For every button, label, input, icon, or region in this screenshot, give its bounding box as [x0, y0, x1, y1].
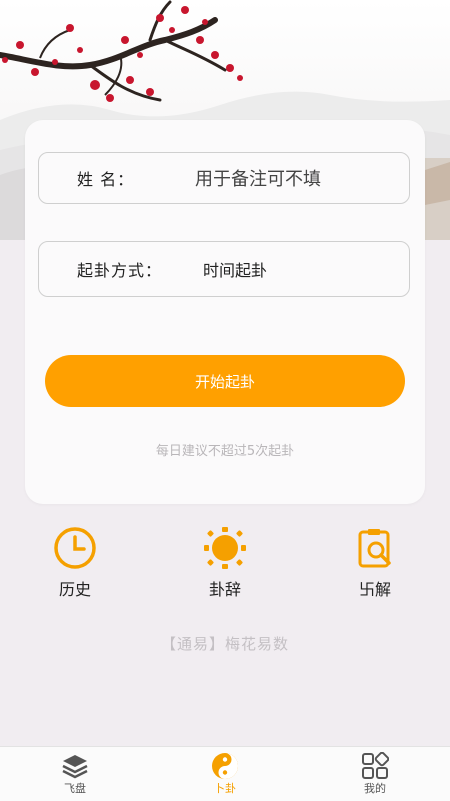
grid-icon [361, 751, 390, 780]
bottom-tab-bar: 飞盘 卜卦 我的 [0, 746, 450, 801]
clipboard-search-icon [353, 526, 397, 570]
app-brand-text: 【通易】梅花易数 [160, 635, 289, 653]
tab-bugua[interactable]: 卜卦 [150, 747, 300, 801]
yin-yang-icon [211, 752, 239, 780]
tab-mine[interactable]: 我的 [300, 747, 450, 801]
method-label: 起卦方式： [77, 261, 163, 280]
divination-form-card: 姓 名： 用于备注可不填 起卦方式： 时间起卦 开始起卦 每日建议不超过5次起卦 [25, 120, 425, 504]
daily-hint-text: 每日建议不超过5次起卦 [155, 444, 295, 459]
start-divination-button[interactable]: 开始起卦 [45, 355, 405, 407]
sun-icon [203, 526, 247, 570]
tab-feipan[interactable]: 飞盘 [0, 747, 150, 801]
name-input-placeholder[interactable]: 用于备注可不填 [195, 153, 321, 203]
method-field[interactable]: 起卦方式： 时间起卦 [38, 241, 410, 297]
name-field[interactable]: 姓 名： 用于备注可不填 [38, 152, 410, 204]
hexagram-text-label: 卦辞 [208, 580, 241, 599]
history-label: 历史 [58, 580, 91, 599]
tab-mine-label: 我的 [364, 782, 386, 795]
name-label: 姓 名： [77, 170, 135, 189]
layers-icon [61, 752, 89, 780]
tab-bugua-label: 卜卦 [214, 782, 236, 795]
interpretation-label: 卐解 [358, 580, 391, 599]
clock-icon [53, 526, 97, 570]
tab-feipan-label: 飞盘 [64, 782, 86, 795]
interpretation-action[interactable]: 卐解 [340, 526, 410, 600]
history-action[interactable]: 历史 [40, 526, 110, 600]
hexagram-text-action[interactable]: 卦辞 [190, 526, 260, 600]
method-value[interactable]: 时间起卦 [203, 242, 267, 296]
